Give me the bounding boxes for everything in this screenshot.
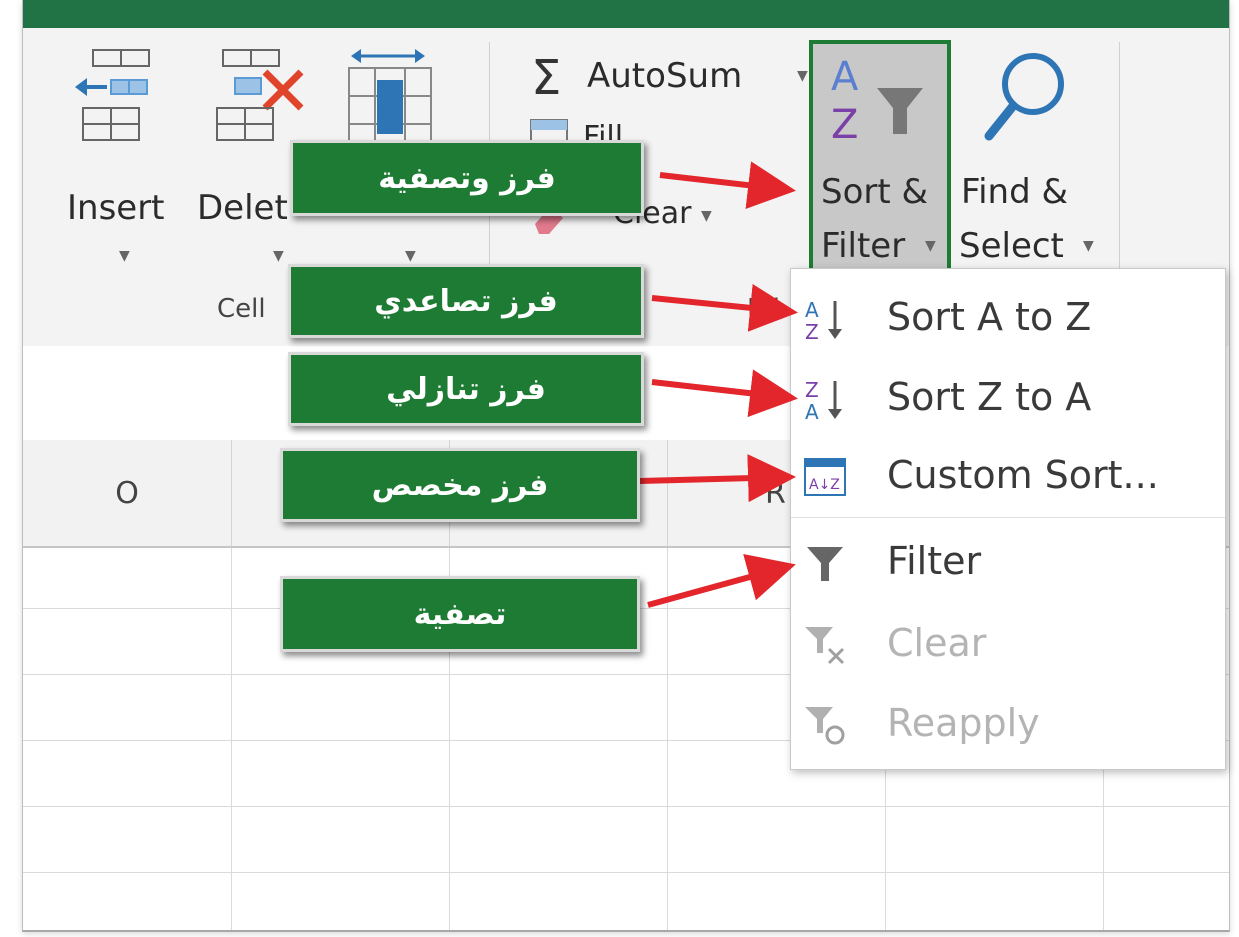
sort-z-to-a-icon: Z A bbox=[805, 378, 842, 421]
svg-text:A: A bbox=[831, 54, 859, 100]
menu-item-label: Sort Z to A bbox=[887, 375, 1092, 419]
menu-item-label: Filter bbox=[887, 539, 982, 583]
autosum-label: AutoSum bbox=[587, 56, 743, 96]
chevron-down-icon: ▼ bbox=[925, 238, 936, 254]
column-header-o[interactable]: O bbox=[23, 440, 232, 546]
title-bar bbox=[23, 0, 1229, 28]
reapply-filter-icon bbox=[805, 707, 845, 745]
column-line bbox=[667, 548, 668, 930]
svg-text:A: A bbox=[805, 400, 819, 421]
chevron-down-icon: ▼ bbox=[119, 248, 130, 264]
column-line bbox=[231, 548, 232, 930]
chevron-down-icon: ▼ bbox=[701, 208, 712, 224]
insert-label: Insert bbox=[67, 188, 165, 228]
chevron-down-icon: ▼ bbox=[1083, 238, 1094, 254]
callout-sort-filter: فرز وتصفية bbox=[290, 140, 644, 216]
chevron-down-icon: ▼ bbox=[797, 68, 808, 84]
menu-item-label: Reapply bbox=[887, 701, 1040, 745]
custom-sort-icon: A↓Z bbox=[804, 458, 846, 496]
sort-filter-label-line2: Filter bbox=[821, 226, 906, 266]
callout-sort-ascending: فرز تصاعدي bbox=[288, 264, 644, 338]
row-line bbox=[23, 806, 1229, 807]
svg-text:A↓Z: A↓Z bbox=[809, 477, 840, 493]
svg-text:Z: Z bbox=[831, 102, 858, 146]
menu-item-sort-z-to-a[interactable]: Z A Sort Z to A bbox=[791, 361, 1225, 439]
menu-item-label: Custom Sort... bbox=[887, 453, 1159, 497]
sort-filter-menu: A Z Sort A to Z Z A Sort Z to A A↓Z Cust… bbox=[790, 268, 1226, 770]
delete-button[interactable]: Delet ▼ bbox=[195, 46, 305, 266]
autosum-button[interactable]: Σ AutoSum ▼ bbox=[531, 50, 821, 110]
sort-filter-icon: A Z bbox=[831, 54, 923, 146]
menu-item-sort-a-to-z[interactable]: A Z Sort A to Z bbox=[791, 281, 1225, 359]
filter-icon bbox=[807, 547, 843, 581]
menu-item-custom-sort[interactable]: A↓Z Custom Sort... bbox=[791, 439, 1225, 517]
svg-text:Z: Z bbox=[805, 320, 819, 341]
callout-sort-descending: فرز تنازلي bbox=[288, 352, 644, 426]
sigma-icon: Σ bbox=[531, 50, 562, 106]
callout-custom-sort: فرز مخصص bbox=[280, 448, 640, 522]
menu-separator bbox=[791, 517, 1225, 518]
callout-filter: تصفية bbox=[280, 576, 640, 652]
menu-item-reapply[interactable]: Reapply bbox=[791, 687, 1225, 765]
chevron-down-icon: ▼ bbox=[405, 248, 416, 264]
row-line bbox=[23, 872, 1229, 873]
svg-text:A: A bbox=[805, 298, 819, 322]
delete-label: Delet bbox=[197, 188, 288, 228]
find-select-label-line1: Find & bbox=[961, 172, 1068, 212]
menu-item-label: Clear bbox=[887, 621, 987, 665]
editing-group-label: Ed bbox=[747, 294, 780, 324]
cells-group-label: Cell bbox=[217, 294, 266, 324]
magnifier-icon bbox=[984, 53, 1064, 141]
menu-item-filter[interactable]: Filter bbox=[791, 525, 1225, 603]
find-select-button[interactable]: Find & Select ▼ bbox=[959, 40, 1099, 272]
menu-item-label: Sort A to Z bbox=[887, 295, 1092, 339]
insert-cells-icon bbox=[75, 49, 150, 141]
sort-filter-label-line1: Sort & bbox=[821, 172, 929, 212]
menu-item-clear[interactable]: Clear bbox=[791, 607, 1225, 685]
sort-a-to-z-icon: A Z bbox=[805, 298, 842, 341]
chevron-down-icon: ▼ bbox=[273, 248, 284, 264]
sort-filter-button[interactable]: A Z Sort & Filter ▼ bbox=[809, 40, 951, 272]
clear-filter-icon bbox=[805, 627, 845, 665]
find-select-label-line2: Select bbox=[959, 226, 1064, 266]
delete-cells-icon bbox=[216, 49, 304, 141]
insert-button[interactable]: Insert ▼ bbox=[67, 46, 177, 266]
svg-text:Z: Z bbox=[805, 378, 819, 402]
